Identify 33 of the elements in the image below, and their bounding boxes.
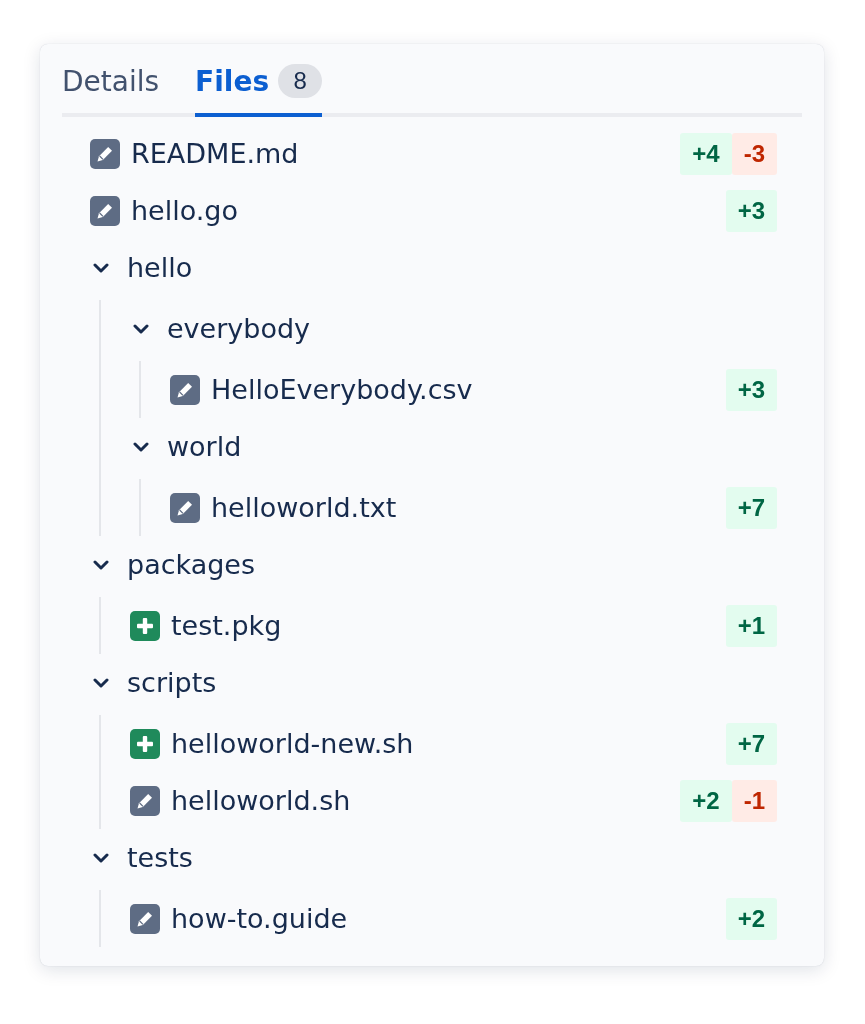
tab[interactable]: Files 8 xyxy=(195,64,323,117)
chevron-icon[interactable] xyxy=(93,262,109,273)
file-name[interactable]: helloworld-new.sh xyxy=(171,728,414,759)
additions-count: +3 xyxy=(725,368,777,411)
folder-name[interactable]: packages xyxy=(127,549,256,580)
additions-count: +4 xyxy=(680,132,732,175)
tab[interactable]: Details xyxy=(62,64,160,117)
folder-name[interactable]: hello xyxy=(127,252,193,283)
file-name[interactable]: test.pkg xyxy=(171,610,282,641)
chevron-icon[interactable] xyxy=(133,441,149,452)
additions-count: +7 xyxy=(725,486,777,529)
additions-count: +7 xyxy=(725,722,777,765)
file-name[interactable]: helloworld.sh xyxy=(171,785,351,816)
chevron-icon[interactable] xyxy=(93,677,109,688)
folder-name[interactable]: scripts xyxy=(127,667,217,698)
additions-count: +3 xyxy=(725,189,777,232)
chevron-icon[interactable] xyxy=(133,323,149,334)
file-name[interactable]: HelloEverybody.csv xyxy=(211,374,473,405)
deletions-count: -3 xyxy=(731,132,777,175)
additions-count: +2 xyxy=(725,897,777,940)
file-name[interactable]: how-to.guide xyxy=(171,903,348,934)
file-name[interactable]: helloworld.txt xyxy=(211,492,397,523)
folder-name[interactable]: everybody xyxy=(167,313,311,344)
chevron-icon[interactable] xyxy=(93,852,109,863)
file-name[interactable]: README.md xyxy=(131,138,299,169)
folder-name[interactable]: tests xyxy=(127,842,193,873)
count-badge: 8 xyxy=(278,64,323,98)
chevron-icon[interactable] xyxy=(93,559,109,570)
file-name[interactable]: hello.go xyxy=(131,195,238,226)
additions-count: +1 xyxy=(725,604,777,647)
additions-count: +2 xyxy=(680,779,732,822)
folder-name[interactable]: world xyxy=(167,431,242,462)
deletions-count: -1 xyxy=(731,779,777,822)
